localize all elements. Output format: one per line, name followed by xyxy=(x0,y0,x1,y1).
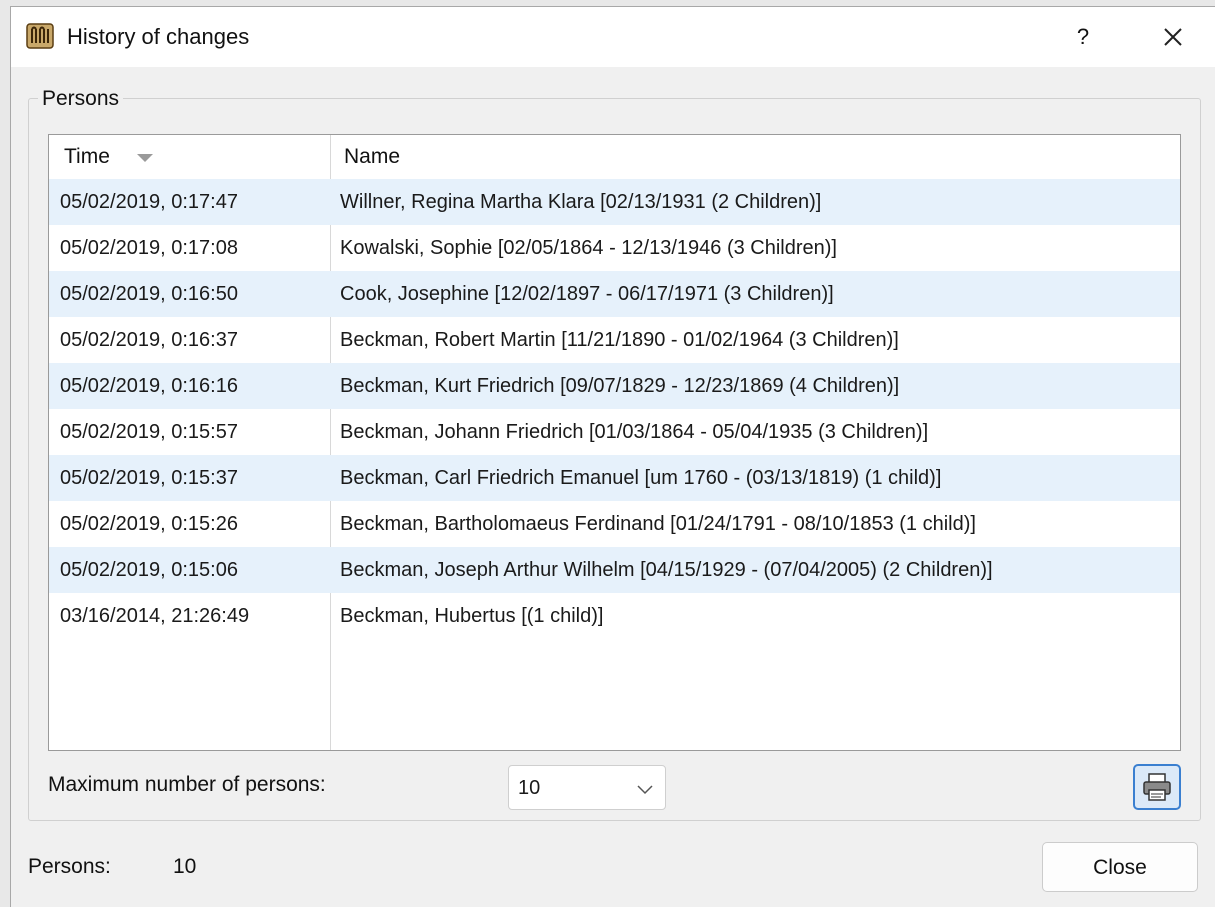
row-name: Willner, Regina Martha Klara [02/13/1931… xyxy=(340,191,822,213)
max-persons-select[interactable]: 10 xyxy=(508,765,666,810)
row-time: 05/02/2019, 0:15:06 xyxy=(60,559,238,581)
row-time: 05/02/2019, 0:17:08 xyxy=(60,237,238,259)
row-name: Beckman, Robert Martin [11/21/1890 - 01/… xyxy=(340,329,899,351)
max-persons-value: 10 xyxy=(518,777,541,799)
history-table[interactable]: Time Name 05/02/2019, 0:17:47 Willner, Re… xyxy=(48,134,1181,751)
row-name: Cook, Josephine [12/02/1897 - 06/17/1971… xyxy=(340,283,834,305)
row-name: Beckman, Joseph Arthur Wilhelm [04/15/19… xyxy=(340,559,993,581)
column-header-name[interactable]: Name xyxy=(344,135,400,179)
max-persons-label: Maximum number of persons: xyxy=(48,773,326,796)
row-name: Beckman, Johann Friedrich [01/03/1864 - … xyxy=(340,421,929,443)
table-row[interactable]: 03/16/2014, 21:26:49 Beckman, Hubertus [(… xyxy=(49,593,1180,639)
table-row[interactable]: 05/02/2019, 0:15:06 Beckman, Joseph Arthu… xyxy=(49,547,1180,593)
row-name: Kowalski, Sophie [02/05/1864 - 12/13/194… xyxy=(340,237,837,259)
row-time: 05/02/2019, 0:16:37 xyxy=(60,329,238,351)
help-button[interactable]: ? xyxy=(1061,15,1105,59)
row-name: Beckman, Carl Friedrich Emanuel [um 1760… xyxy=(340,467,942,489)
sort-descending-icon xyxy=(137,154,153,162)
printer-icon xyxy=(1143,773,1171,801)
table-header: Time Name xyxy=(49,135,1180,179)
row-name: Beckman, Hubertus [(1 child)] xyxy=(340,605,604,627)
app-logo-icon xyxy=(25,21,55,51)
table-row[interactable]: 05/02/2019, 0:15:57 Beckman, Johann Fried… xyxy=(49,409,1180,455)
close-button[interactable]: Close xyxy=(1042,842,1198,892)
row-time: 05/02/2019, 0:16:50 xyxy=(60,283,238,305)
row-time: 05/02/2019, 0:15:37 xyxy=(60,467,238,489)
close-icon[interactable] xyxy=(1151,15,1195,59)
table-body: 05/02/2019, 0:17:47 Willner, Regina Marth… xyxy=(49,179,1180,639)
table-row[interactable]: 05/02/2019, 0:15:37 Beckman, Carl Friedri… xyxy=(49,455,1180,501)
table-row[interactable]: 05/02/2019, 0:17:08 Kowalski, Sophie [02/… xyxy=(49,225,1180,271)
row-time: 05/02/2019, 0:15:26 xyxy=(60,513,238,535)
table-row[interactable]: 05/02/2019, 0:15:26 Beckman, Bartholomaeu… xyxy=(49,501,1180,547)
window-title: History of changes xyxy=(67,24,250,49)
table-row[interactable]: 05/02/2019, 0:16:16 Beckman, Kurt Friedri… xyxy=(49,363,1180,409)
column-header-time[interactable]: Time xyxy=(64,135,110,179)
print-button[interactable] xyxy=(1133,764,1181,810)
persons-count-label: Persons: xyxy=(28,855,111,878)
row-name: Beckman, Bartholomaeus Ferdinand [01/24/… xyxy=(340,513,976,535)
history-dialog: History of changes ? Persons Time Name 0… xyxy=(10,6,1215,907)
persons-count-value: 10 xyxy=(173,855,197,878)
row-name: Beckman, Kurt Friedrich [09/07/1829 - 12… xyxy=(340,375,900,397)
row-time: 03/16/2014, 21:26:49 xyxy=(60,605,250,627)
table-row[interactable]: 05/02/2019, 0:16:37 Beckman, Robert Marti… xyxy=(49,317,1180,363)
table-row[interactable]: 05/02/2019, 0:16:50 Cook, Josephine [12/0… xyxy=(49,271,1180,317)
row-time: 05/02/2019, 0:17:47 xyxy=(60,191,238,213)
row-time: 05/02/2019, 0:15:57 xyxy=(60,421,238,443)
title-bar: History of changes ? xyxy=(11,7,1215,67)
row-time: 05/02/2019, 0:16:16 xyxy=(60,375,238,397)
chevron-down-icon xyxy=(637,782,653,795)
table-row[interactable]: 05/02/2019, 0:17:47 Willner, Regina Marth… xyxy=(49,179,1180,225)
group-title: Persons xyxy=(38,87,124,111)
